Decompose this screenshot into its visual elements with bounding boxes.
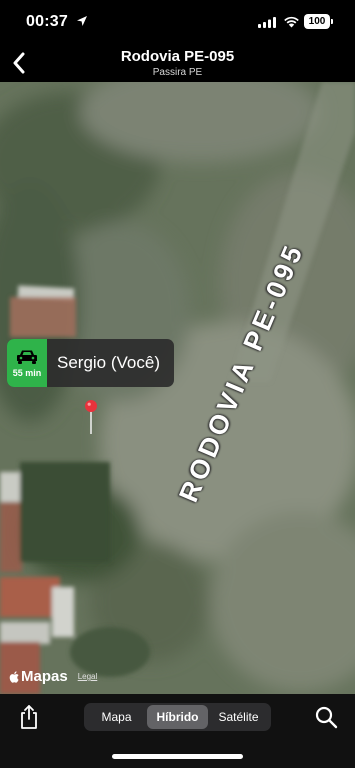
map-view[interactable]: RODOVIA PE-095 55 min Sergio (Você) Mapa… bbox=[0, 82, 355, 694]
status-time: 00:37 bbox=[26, 13, 68, 30]
home-indicator bbox=[112, 754, 243, 759]
map-type-mapa[interactable]: Mapa bbox=[86, 705, 147, 729]
battery-level: 100 bbox=[304, 14, 330, 29]
legal-link[interactable]: Legal bbox=[78, 672, 98, 681]
eta-callout[interactable]: 55 min Sergio (Você) bbox=[7, 339, 174, 387]
status-bar: 00:37 100 bbox=[0, 0, 355, 44]
page-title: Rodovia PE-095 bbox=[120, 48, 235, 65]
search-icon[interactable] bbox=[314, 705, 338, 729]
map-type-selector: Mapa Híbrido Satélite bbox=[84, 703, 271, 731]
maps-brand: Mapas bbox=[21, 668, 68, 685]
eta-person-name: Sergio (Você) bbox=[57, 353, 160, 372]
eta-time: 55 min bbox=[12, 367, 42, 378]
location-arrow-icon bbox=[77, 16, 87, 26]
apple-logo-icon bbox=[9, 670, 19, 683]
nav-header: Rodovia PE-095 Passira PE bbox=[0, 44, 355, 82]
map-type-hibrido[interactable]: Híbrido bbox=[147, 705, 208, 729]
cellular-signal-icon bbox=[258, 17, 276, 28]
bottom-toolbar: Mapa Híbrido Satélite bbox=[0, 694, 355, 768]
eta-badge: 55 min bbox=[7, 339, 47, 387]
wifi-icon bbox=[284, 16, 299, 28]
satellite-imagery bbox=[0, 82, 355, 694]
map-type-satelite[interactable]: Satélite bbox=[208, 705, 269, 729]
car-icon bbox=[17, 350, 37, 364]
share-icon[interactable] bbox=[18, 704, 40, 730]
map-attribution: Mapas Legal bbox=[9, 668, 97, 685]
location-pin-icon[interactable] bbox=[84, 399, 98, 435]
battery-icon: 100 bbox=[304, 14, 333, 29]
page-subtitle: Passira PE bbox=[152, 67, 203, 78]
